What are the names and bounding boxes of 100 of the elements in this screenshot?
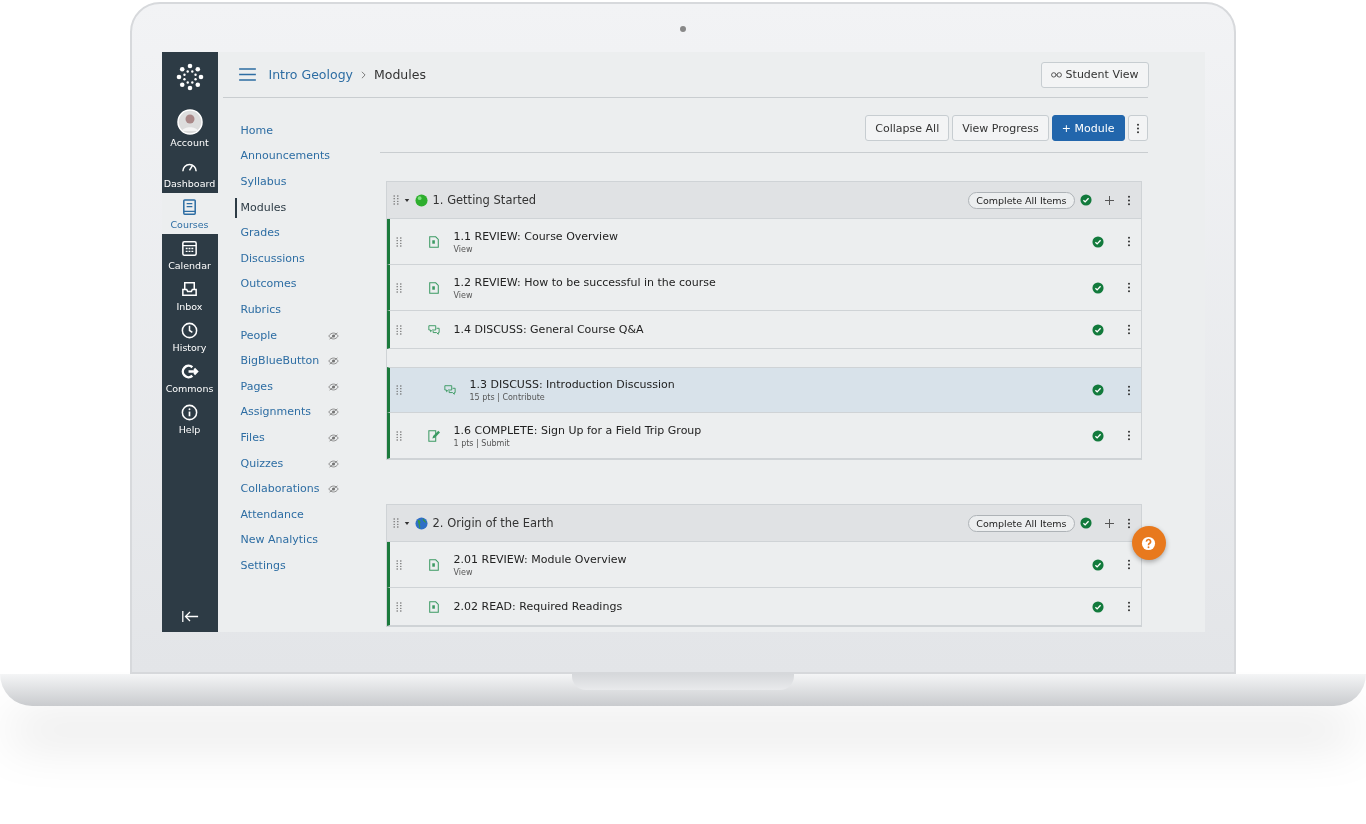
speech-bubbles-icon: [427, 323, 440, 336]
published-check-icon[interactable]: [1091, 558, 1104, 571]
item-title[interactable]: 1.3 DISCUSS: Introduction Discussion: [469, 378, 675, 391]
drag-handle-icon[interactable]: [395, 559, 402, 570]
item-details: 1 pts | Submit: [453, 438, 511, 448]
published-check-icon[interactable]: [1079, 194, 1092, 206]
module-item[interactable]: 1.1 REVIEW: Course Overview View: [386, 219, 1141, 265]
add-icon[interactable]: [1104, 518, 1114, 528]
drag-handle-icon[interactable]: [395, 236, 402, 247]
course-nav-link[interactable]: Collaborations: [234, 479, 320, 500]
global-nav-item[interactable]: Calendar: [161, 234, 218, 275]
module-title: 1. Getting Started: [432, 193, 537, 207]
complete-all-items-button[interactable]: Complete All Items: [968, 191, 1075, 209]
course-nav-link[interactable]: Rubrics: [234, 299, 281, 320]
drag-handle-icon[interactable]: [395, 324, 402, 335]
drag-handle-icon[interactable]: [392, 518, 399, 528]
course-nav-link[interactable]: Pages: [234, 376, 273, 397]
drag-handle-icon[interactable]: [395, 282, 402, 293]
published-check-icon[interactable]: [1091, 384, 1104, 396]
global-nav-item[interactable]: Dashboard: [161, 152, 218, 193]
course-nav-link[interactable]: Announcements: [234, 146, 330, 167]
published-check-icon[interactable]: [1091, 429, 1104, 442]
page-icon: [427, 558, 440, 571]
item-title[interactable]: 1.1 REVIEW: Course Overview: [453, 229, 618, 243]
add-module-button[interactable]: + Module: [1051, 115, 1125, 141]
item-title[interactable]: 2.02 READ: Required Readings: [453, 600, 623, 613]
course-nav-link[interactable]: New Analytics: [234, 530, 318, 551]
more-options-icon[interactable]: [1126, 324, 1131, 335]
camera-icon: [680, 26, 686, 32]
course-nav-link[interactable]: BigBlueButton: [234, 351, 320, 372]
inbox-icon: [180, 280, 199, 299]
item-details: View: [453, 567, 474, 577]
module-item[interactable]: 1.3 DISCUSS: Introduction Discussion 15 pts | Contribute: [386, 367, 1141, 413]
module-item[interactable]: 1.4 DISCUSS: General Course Q&A: [386, 311, 1141, 349]
add-icon[interactable]: [1104, 195, 1114, 205]
global-nav-item[interactable]: Help: [161, 398, 218, 439]
collapse-icon[interactable]: [180, 610, 199, 623]
global-nav-item[interactable]: Inbox: [161, 275, 218, 316]
avatar-icon: [176, 109, 203, 135]
item-title[interactable]: 1.6 COMPLETE: Sign Up for a Field Trip Group: [453, 423, 702, 437]
item-details: 15 pts | Contribute: [469, 393, 546, 402]
global-nav-item[interactable]: History: [161, 316, 218, 357]
drag-handle-icon[interactable]: [395, 430, 402, 441]
view-progress-button[interactable]: View Progress: [952, 115, 1049, 141]
module-item[interactable]: 1.6 COMPLETE: Sign Up for a Field Trip Group 1 pts | Submit: [386, 413, 1141, 459]
assignment-icon: [427, 429, 440, 442]
course-nav-link[interactable]: Assignments: [234, 402, 311, 423]
more-options-icon[interactable]: [1126, 194, 1131, 206]
module-item[interactable]: 2.02 READ: Required Readings: [386, 588, 1141, 626]
published-check-icon[interactable]: [1091, 235, 1104, 248]
more-options-icon[interactable]: [1126, 601, 1131, 612]
published-check-icon[interactable]: [1079, 517, 1092, 529]
course-nav-link[interactable]: Outcomes: [234, 274, 297, 295]
module-item[interactable]: 1.2 REVIEW: How to be successful in the course View: [386, 265, 1141, 311]
module-header[interactable]: 1. Getting Started Complete All Items: [386, 182, 1141, 219]
global-nav-item[interactable]: Commons: [161, 357, 218, 398]
page-icon: [427, 600, 440, 613]
more-options-icon[interactable]: [1126, 384, 1131, 396]
more-options-icon[interactable]: [1126, 282, 1131, 293]
student-view-button[interactable]: Student View: [1040, 61, 1149, 88]
course-nav-link[interactable]: Syllabus: [234, 172, 287, 192]
more-options-icon[interactable]: [1126, 430, 1131, 441]
course-nav-link[interactable]: Quizzes: [234, 453, 284, 474]
page-icon: [427, 281, 440, 294]
course-nav-link[interactable]: Attendance: [234, 504, 304, 525]
course-nav-link[interactable]: Files: [234, 427, 265, 448]
more-options-icon[interactable]: [1126, 559, 1131, 570]
course-nav-link[interactable]: Home: [234, 120, 273, 141]
more-options-icon[interactable]: [1126, 517, 1131, 529]
caret-icon[interactable]: [403, 197, 410, 203]
global-nav-item[interactable]: Courses: [161, 193, 218, 234]
breadcrumb-current: Modules: [374, 67, 426, 82]
collapse-all-button[interactable]: Collapse All: [865, 115, 950, 141]
share-arrow-icon: [180, 362, 199, 381]
drag-handle-icon[interactable]: [395, 601, 402, 612]
item-title[interactable]: 1.4 DISCUSS: General Course Q&A: [453, 323, 644, 336]
course-nav-link[interactable]: Grades: [234, 223, 280, 244]
module-title: 2. Origin of the Earth: [432, 516, 554, 530]
globe-icon: [414, 516, 428, 530]
more-options-icon[interactable]: [1126, 236, 1131, 247]
global-nav-item[interactable]: Account: [161, 104, 218, 152]
course-nav-link[interactable]: Modules: [234, 197, 287, 218]
caret-icon[interactable]: [403, 520, 410, 526]
published-check-icon[interactable]: [1091, 281, 1104, 294]
published-check-icon[interactable]: [1091, 600, 1104, 613]
breadcrumb-link[interactable]: Intro Geology: [268, 67, 353, 82]
drag-handle-icon[interactable]: [395, 385, 402, 395]
item-title[interactable]: 1.2 REVIEW: How to be successful in the course: [453, 275, 716, 289]
drag-handle-icon[interactable]: [392, 195, 399, 205]
published-check-icon[interactable]: [1091, 323, 1104, 336]
menu-icon[interactable]: [238, 68, 256, 81]
logo-icon[interactable]: [174, 62, 205, 92]
module-header[interactable]: 2. Origin of the Earth Complete All Items: [386, 505, 1141, 542]
item-title[interactable]: 2.01 REVIEW: Module Overview: [453, 552, 627, 566]
complete-all-items-button[interactable]: Complete All Items: [968, 514, 1075, 532]
course-nav-link[interactable]: Settings: [234, 555, 286, 576]
course-nav-link[interactable]: Discussions: [234, 248, 305, 269]
course-nav-link[interactable]: People: [234, 325, 278, 346]
item-details: View: [453, 290, 474, 300]
glasses-icon: [1050, 71, 1062, 78]
